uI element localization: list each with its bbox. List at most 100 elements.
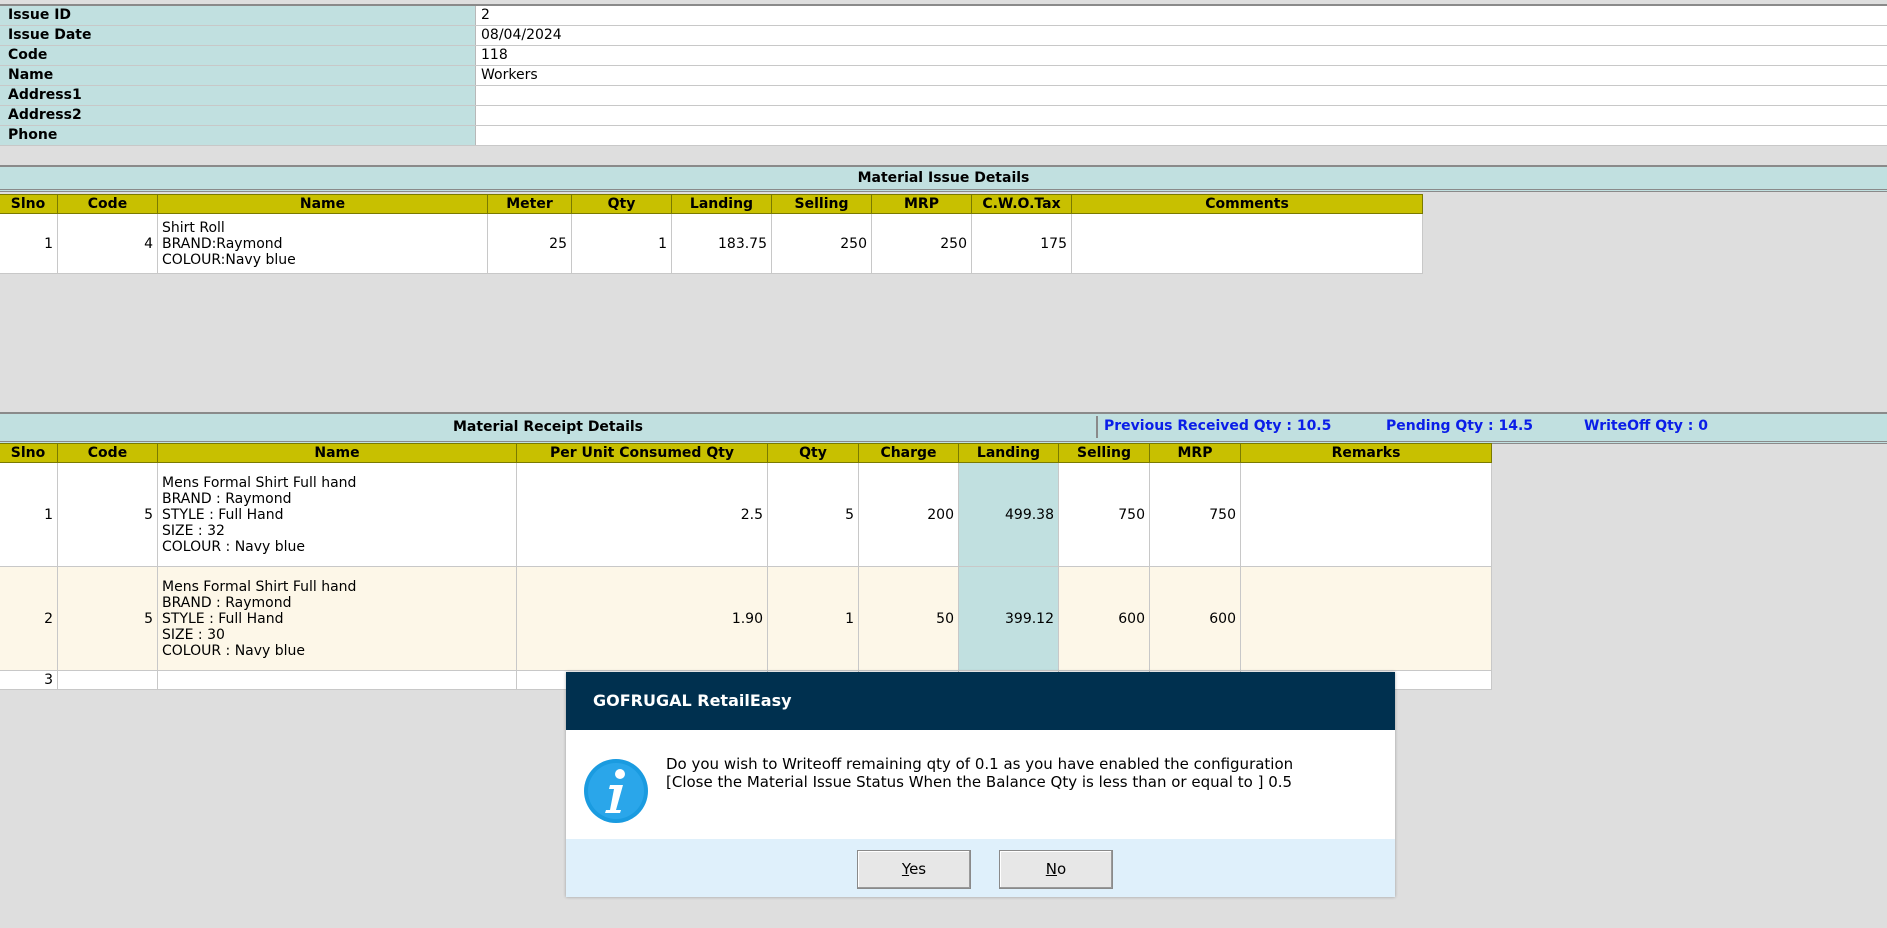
cell-landing[interactable]: 499.38	[958, 462, 1059, 567]
info-label: Phone	[0, 126, 475, 145]
info-value[interactable]	[475, 106, 1887, 125]
col-header-qty[interactable]: Qty	[571, 194, 672, 214]
table-row[interactable]: 1 5 Mens Formal Shirt Full hand BRAND : …	[0, 462, 1492, 567]
name-line: BRAND : Raymond	[162, 594, 292, 611]
info-label: Issue ID	[0, 6, 475, 25]
cell-cwotax[interactable]: 175	[971, 213, 1072, 274]
col-header-selling[interactable]: Selling	[1058, 443, 1150, 463]
info-row-code: Code 118	[0, 46, 1887, 66]
name-line: STYLE : Full Hand	[162, 610, 284, 627]
receipt-section-title: Material Receipt Details	[452, 419, 644, 435]
col-header-landing[interactable]: Landing	[958, 443, 1059, 463]
dialog-title: GOFRUGAL RetailEasy	[566, 672, 1395, 730]
name-line: BRAND : Raymond	[162, 490, 292, 507]
name-line: STYLE : Full Hand	[162, 506, 284, 523]
info-value[interactable]	[475, 126, 1887, 145]
col-header-landing[interactable]: Landing	[671, 194, 772, 214]
col-header-qty[interactable]: Qty	[767, 443, 859, 463]
col-header-meter[interactable]: Meter	[487, 194, 572, 214]
name-line: Shirt Roll	[162, 219, 225, 236]
cell-code[interactable]	[57, 670, 158, 690]
info-value[interactable]: 118	[475, 46, 1887, 65]
cell-slno[interactable]: 3	[0, 670, 58, 690]
cell-mrp[interactable]: 750	[1149, 462, 1241, 567]
no-button[interactable]: No	[999, 850, 1113, 889]
info-value[interactable]: 08/04/2024	[475, 26, 1887, 45]
cell-qty[interactable]: 1	[571, 213, 672, 274]
cell-selling[interactable]: 600	[1058, 566, 1150, 671]
table-row[interactable]: 2 5 Mens Formal Shirt Full hand BRAND : …	[0, 566, 1492, 671]
name-line: SIZE : 30	[162, 626, 225, 643]
cell-name[interactable]	[157, 670, 517, 690]
receipt-section-bar: Material Receipt Details Previous Receiv…	[0, 412, 1887, 444]
issue-section-title: Material Issue Details	[0, 165, 1887, 192]
col-header-selling[interactable]: Selling	[771, 194, 872, 214]
yes-button[interactable]: Yes	[857, 850, 971, 889]
col-header-name[interactable]: Name	[157, 443, 517, 463]
pending-qty: Pending Qty : 14.5	[1386, 418, 1534, 434]
no-mnemonic: N	[1045, 860, 1058, 878]
cell-remarks[interactable]	[1240, 462, 1492, 567]
cell-code[interactable]: 5	[57, 566, 158, 671]
cell-meter[interactable]: 25	[487, 213, 572, 274]
cell-mrp[interactable]: 250	[871, 213, 972, 274]
col-header-comments[interactable]: Comments	[1071, 194, 1423, 214]
col-header-per-unit-consumed-qty[interactable]: Per Unit Consumed Qty	[516, 443, 768, 463]
cell-per-unit-consumed-qty[interactable]: 2.5	[516, 462, 768, 567]
col-header-remarks[interactable]: Remarks	[1240, 443, 1492, 463]
receipt-table-header: Slno Code Name Per Unit Consumed Qty Qty…	[0, 443, 1492, 463]
info-value[interactable]: Workers	[475, 66, 1887, 85]
cell-qty[interactable]: 1	[767, 566, 859, 671]
writeoff-qty: WriteOff Qty : 0	[1584, 418, 1709, 434]
issue-table-header: Slno Code Name Meter Qty Landing Selling…	[0, 194, 1423, 214]
col-header-name[interactable]: Name	[157, 194, 488, 214]
cell-slno[interactable]: 1	[0, 462, 58, 567]
cell-charge[interactable]: 200	[858, 462, 959, 567]
issue-info-panel: Issue ID 2 Issue Date 08/04/2024 Code 11…	[0, 4, 1887, 146]
dialog-message-line: Do you wish to Writeoff remaining qty of…	[666, 755, 1294, 773]
issue-table: Slno Code Name Meter Qty Landing Selling…	[0, 194, 1423, 274]
cell-name[interactable]: Mens Formal Shirt Full hand BRAND : Raym…	[157, 566, 517, 671]
col-header-slno[interactable]: Slno	[0, 194, 58, 214]
info-row-address2: Address2	[0, 106, 1887, 126]
col-header-cwotax[interactable]: C.W.O.Tax	[971, 194, 1072, 214]
info-row-phone: Phone	[0, 126, 1887, 146]
cell-selling[interactable]: 250	[771, 213, 872, 274]
cell-code[interactable]: 4	[57, 213, 158, 274]
col-header-mrp[interactable]: MRP	[1149, 443, 1241, 463]
info-icon	[583, 758, 649, 824]
cell-remarks[interactable]	[1240, 566, 1492, 671]
info-label: Issue Date	[0, 26, 475, 45]
table-row[interactable]: 1 4 Shirt Roll BRAND:Raymond COLOUR:Navy…	[0, 213, 1423, 274]
name-line: Mens Formal Shirt Full hand	[162, 474, 357, 491]
info-row-name: Name Workers	[0, 66, 1887, 86]
cell-qty[interactable]: 5	[767, 462, 859, 567]
col-header-code[interactable]: Code	[57, 443, 158, 463]
col-header-mrp[interactable]: MRP	[871, 194, 972, 214]
cell-per-unit-consumed-qty[interactable]: 1.90	[516, 566, 768, 671]
cell-slno[interactable]: 1	[0, 213, 58, 274]
cell-landing[interactable]: 183.75	[671, 213, 772, 274]
info-label: Address1	[0, 86, 475, 105]
info-value[interactable]: 2	[475, 6, 1887, 25]
info-value[interactable]	[475, 86, 1887, 105]
info-row-issue-id: Issue ID 2	[0, 6, 1887, 26]
cell-comments[interactable]	[1071, 213, 1423, 274]
info-label: Name	[0, 66, 475, 85]
yes-label-rest: es	[909, 860, 927, 878]
name-line: COLOUR : Navy blue	[162, 642, 306, 659]
dialog-message: Do you wish to Writeoff remaining qty of…	[666, 755, 1293, 791]
dialog-message-line: [Close the Material Issue Status When th…	[666, 773, 1293, 791]
cell-name[interactable]: Shirt Roll BRAND:Raymond COLOUR:Navy blu…	[157, 213, 488, 274]
cell-landing[interactable]: 399.12	[958, 566, 1059, 671]
cell-mrp[interactable]: 600	[1149, 566, 1241, 671]
cell-slno[interactable]: 2	[0, 566, 58, 671]
cell-code[interactable]: 5	[57, 462, 158, 567]
cell-charge[interactable]: 50	[858, 566, 959, 671]
col-header-code[interactable]: Code	[57, 194, 158, 214]
cell-name[interactable]: Mens Formal Shirt Full hand BRAND : Raym…	[157, 462, 517, 567]
yes-mnemonic: Y	[901, 860, 910, 878]
col-header-slno[interactable]: Slno	[0, 443, 58, 463]
col-header-charge[interactable]: Charge	[858, 443, 959, 463]
cell-selling[interactable]: 750	[1058, 462, 1150, 567]
